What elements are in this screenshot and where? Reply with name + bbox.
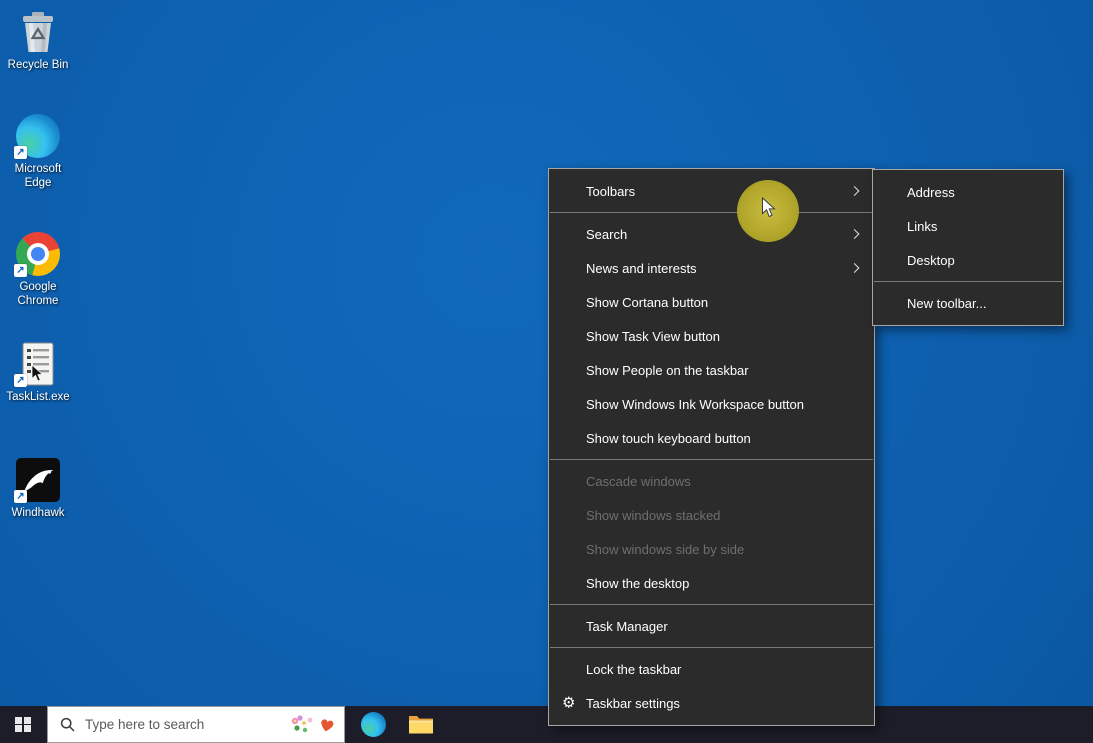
taskbar-search[interactable] — [47, 706, 345, 743]
menu-item-toolbars[interactable]: Toolbars — [549, 174, 874, 208]
menu-item-label: Address — [907, 185, 955, 200]
shortcut-arrow-icon: ↗ — [14, 146, 27, 159]
menu-item-label: Show Task View button — [586, 329, 720, 344]
click-highlight — [737, 180, 799, 242]
desktop-icon-label: Google Chrome — [0, 281, 76, 309]
taskbar-context-menu: Toolbars Search News and interests Show … — [548, 168, 875, 726]
menu-item-lock-the-taskbar[interactable]: Lock the taskbar — [549, 652, 874, 686]
menu-item-label: Cascade windows — [586, 474, 691, 489]
menu-item-show-touch-keyboard-button[interactable]: Show touch keyboard button — [549, 421, 874, 455]
menu-item-show-people-on-the-taskbar[interactable]: Show People on the taskbar — [549, 353, 874, 387]
desktop-icon-recycle-bin[interactable]: Recycle Bin — [0, 8, 76, 73]
menu-item-label: Show windows stacked — [586, 508, 720, 523]
menu-item-label: Desktop — [907, 253, 955, 268]
menu-item-label: Show Windows Ink Workspace button — [586, 397, 804, 412]
toolbars-submenu: Address Links Desktop New toolbar... — [872, 169, 1064, 326]
edge-icon: ↗ — [14, 112, 62, 160]
chrome-icon: ↗ — [14, 230, 62, 278]
windhawk-icon: ↗ — [14, 456, 62, 504]
submenu-item-links[interactable]: Links — [873, 209, 1063, 243]
desktop: Recycle Bin ↗ Microsoft Edge ↗ Google Ch… — [0, 0, 1093, 743]
menu-item-show-cortana-button[interactable]: Show Cortana button — [549, 285, 874, 319]
recycle-bin-icon — [14, 8, 62, 56]
menu-item-show-task-view-button[interactable]: Show Task View button — [549, 319, 874, 353]
shortcut-arrow-icon: ↗ — [14, 490, 27, 503]
chevron-right-icon — [850, 186, 860, 196]
desktop-icon-label: Recycle Bin — [8, 59, 69, 73]
menu-separator — [550, 647, 873, 648]
edge-icon — [361, 712, 386, 737]
menu-item-label: News and interests — [586, 261, 697, 276]
desktop-icon-microsoft-edge[interactable]: ↗ Microsoft Edge — [0, 112, 76, 191]
menu-item-cascade-windows: Cascade windows — [549, 464, 874, 498]
mouse-cursor-icon — [761, 197, 776, 218]
menu-item-label: Show the desktop — [586, 576, 689, 591]
submenu-item-new-toolbar[interactable]: New toolbar... — [873, 286, 1063, 320]
flowers-icon — [288, 713, 316, 737]
search-input[interactable] — [83, 716, 288, 733]
menu-item-show-windows-side-by-side: Show windows side by side — [549, 532, 874, 566]
windows-logo-icon — [15, 717, 31, 733]
desktop-icon-label: Windhawk — [11, 507, 64, 521]
menu-item-label: Show People on the taskbar — [586, 363, 749, 378]
menu-separator — [550, 604, 873, 605]
menu-item-label: Task Manager — [586, 619, 668, 634]
menu-item-label: Toolbars — [586, 184, 635, 199]
desktop-icon-google-chrome[interactable]: ↗ Google Chrome — [0, 230, 76, 309]
taskbar-edge-button[interactable] — [352, 706, 394, 743]
start-button[interactable] — [0, 706, 46, 743]
menu-item-label: Show touch keyboard button — [586, 431, 751, 446]
menu-item-label: Links — [907, 219, 937, 234]
menu-separator — [550, 212, 873, 213]
mouse-cursor-icon — [31, 364, 44, 382]
file-explorer-icon — [408, 714, 434, 735]
menu-separator — [874, 281, 1062, 282]
desktop-icon-label: Microsoft Edge — [0, 163, 76, 191]
menu-item-label: Show windows side by side — [586, 542, 744, 557]
submenu-item-address[interactable]: Address — [873, 175, 1063, 209]
menu-separator — [550, 459, 873, 460]
search-highlights[interactable] — [288, 713, 336, 737]
menu-item-taskbar-settings[interactable]: ⚙ Taskbar settings — [549, 686, 874, 720]
chevron-right-icon — [850, 229, 860, 239]
gear-icon: ⚙ — [562, 694, 575, 712]
menu-item-label: Search — [586, 227, 627, 242]
recycle-bin-glyph — [16, 9, 60, 55]
shortcut-arrow-icon: ↗ — [14, 374, 27, 387]
submenu-item-desktop[interactable]: Desktop — [873, 243, 1063, 277]
search-icon — [60, 717, 75, 732]
desktop-icon-windhawk[interactable]: ↗ Windhawk — [0, 456, 76, 521]
menu-item-show-the-desktop[interactable]: Show the desktop — [549, 566, 874, 600]
menu-item-show-windows-stacked: Show windows stacked — [549, 498, 874, 532]
menu-item-task-manager[interactable]: Task Manager — [549, 609, 874, 643]
menu-item-label: Lock the taskbar — [586, 662, 681, 677]
menu-item-label: Taskbar settings — [586, 696, 680, 711]
menu-item-show-windows-ink-workspace-button[interactable]: Show Windows Ink Workspace button — [549, 387, 874, 421]
taskbar-file-explorer-button[interactable] — [400, 706, 442, 743]
heart-icon — [318, 716, 336, 734]
menu-item-label: New toolbar... — [907, 296, 987, 311]
menu-item-label: Show Cortana button — [586, 295, 708, 310]
chevron-right-icon — [850, 263, 860, 273]
menu-item-news-and-interests[interactable]: News and interests — [549, 251, 874, 285]
desktop-icon-label: TaskList.exe — [6, 391, 69, 405]
shortcut-arrow-icon: ↗ — [14, 264, 27, 277]
taskbar — [0, 706, 1093, 743]
menu-item-search[interactable]: Search — [549, 217, 874, 251]
